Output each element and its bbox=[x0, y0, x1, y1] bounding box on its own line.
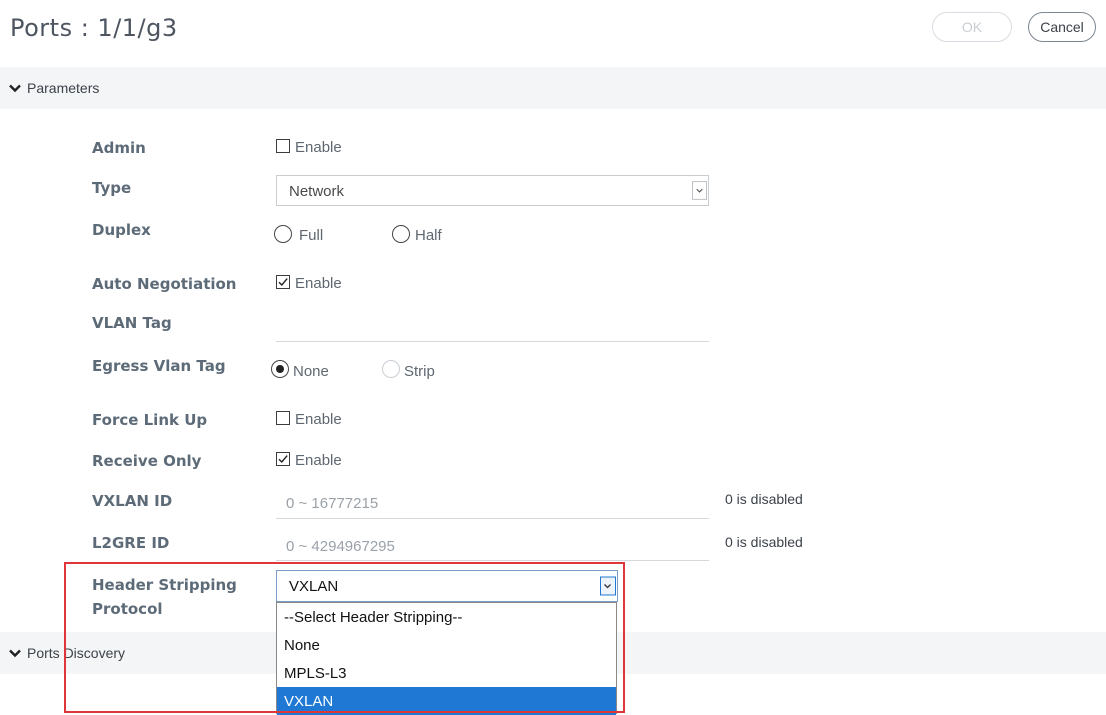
egress-vlan-tag-label: Egress Vlan Tag bbox=[92, 357, 226, 375]
parameters-section-title: Parameters bbox=[27, 80, 100, 96]
vlan-tag-input[interactable] bbox=[276, 312, 709, 340]
admin-enable-label: Enable bbox=[295, 139, 342, 156]
checkmark-icon bbox=[278, 278, 288, 287]
duplex-half-label: Half bbox=[415, 227, 442, 244]
force-link-up-enable-checkbox[interactable] bbox=[276, 411, 290, 425]
force-link-up-label: Force Link Up bbox=[92, 411, 208, 429]
highlight-box bbox=[64, 562, 625, 713]
vlan-tag-underline bbox=[276, 341, 709, 342]
l2gre-id-input[interactable]: 0 ~ 4294967295 bbox=[286, 538, 395, 555]
page-title: Ports : 1/1/g3 bbox=[10, 14, 178, 42]
vxlan-id-label: VXLAN ID bbox=[92, 492, 173, 510]
receive-only-enable-checkbox[interactable] bbox=[276, 452, 290, 466]
chevron-down-icon bbox=[9, 84, 21, 93]
force-link-up-enable-label: Enable bbox=[295, 411, 342, 428]
l2gre-id-label: L2GRE ID bbox=[92, 534, 170, 552]
radio-selected-dot bbox=[276, 365, 284, 373]
egress-none-radio[interactable] bbox=[271, 360, 289, 378]
auto-negotiation-enable-checkbox[interactable] bbox=[276, 275, 290, 289]
vlan-tag-label: VLAN Tag bbox=[92, 314, 172, 332]
duplex-half-radio[interactable] bbox=[392, 225, 410, 243]
vxlan-id-input[interactable]: 0 ~ 16777215 bbox=[286, 495, 378, 512]
admin-label: Admin bbox=[92, 139, 146, 157]
duplex-full-radio[interactable] bbox=[274, 225, 292, 243]
parameters-section-header[interactable]: Parameters bbox=[0, 67, 1106, 109]
type-label: Type bbox=[92, 179, 132, 197]
chevron-down-icon bbox=[9, 649, 21, 658]
ok-button[interactable]: OK bbox=[932, 12, 1012, 42]
receive-only-label: Receive Only bbox=[92, 452, 202, 470]
egress-strip-label: Strip bbox=[404, 363, 435, 380]
egress-none-label: None bbox=[293, 363, 329, 380]
receive-only-enable-label: Enable bbox=[295, 452, 342, 469]
auto-negotiation-enable-label: Enable bbox=[295, 275, 342, 292]
duplex-full-label: Full bbox=[299, 227, 324, 244]
type-select-value: Network bbox=[289, 183, 345, 200]
type-select[interactable]: Network bbox=[276, 175, 709, 206]
chevron-down-icon bbox=[692, 181, 708, 200]
checkmark-icon bbox=[278, 455, 288, 464]
egress-strip-radio[interactable] bbox=[382, 360, 400, 378]
l2gre-id-note: 0 is disabled bbox=[725, 534, 803, 550]
cancel-button[interactable]: Cancel bbox=[1028, 12, 1096, 42]
l2gre-id-underline bbox=[276, 560, 709, 561]
auto-negotiation-label: Auto Negotiation bbox=[92, 275, 237, 293]
admin-enable-checkbox[interactable] bbox=[276, 139, 290, 153]
vxlan-id-underline bbox=[276, 518, 709, 519]
vxlan-id-note: 0 is disabled bbox=[725, 491, 803, 507]
duplex-label: Duplex bbox=[92, 221, 151, 239]
